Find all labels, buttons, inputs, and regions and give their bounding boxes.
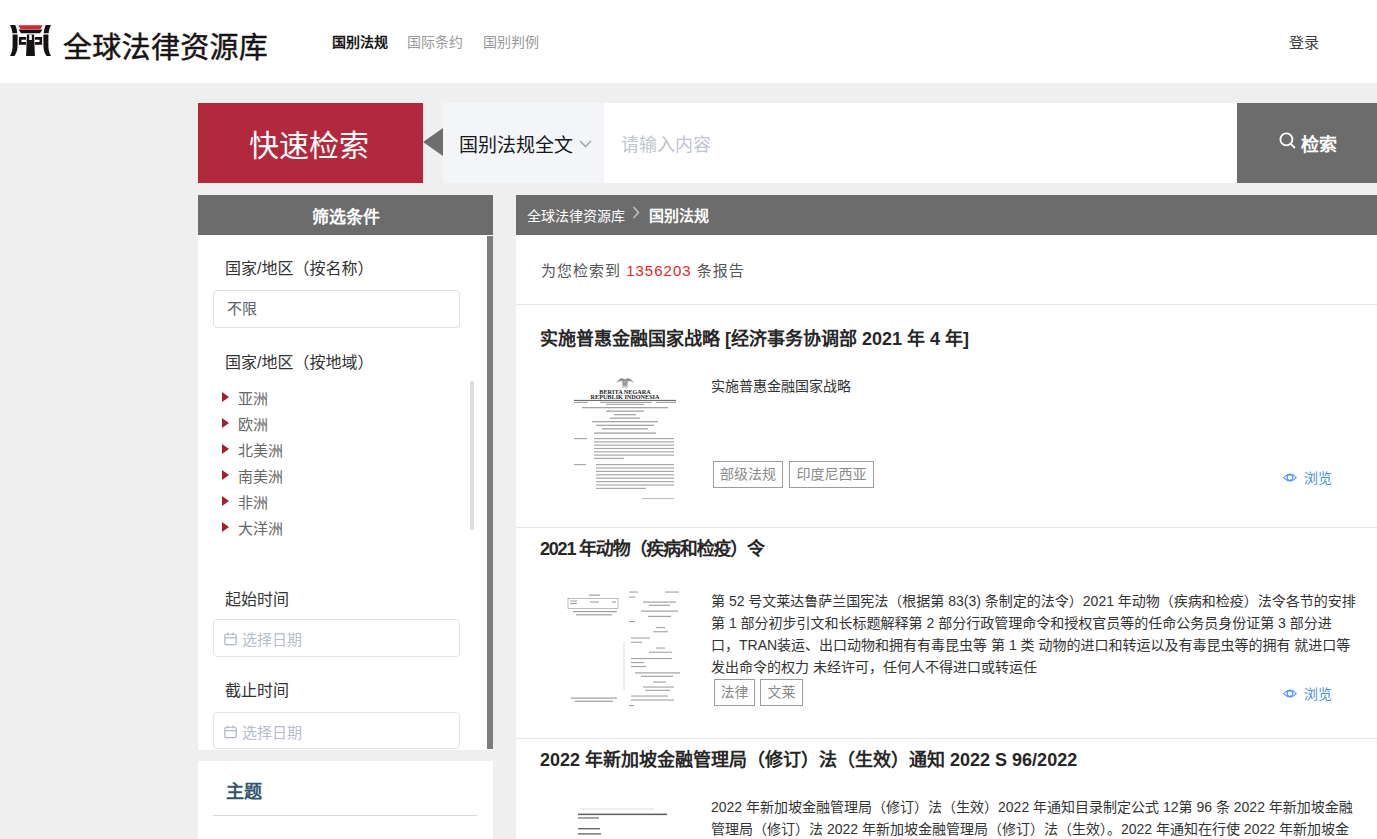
svg-text:REPUBLIK INDONESIA: REPUBLIK INDONESIA (591, 393, 660, 400)
